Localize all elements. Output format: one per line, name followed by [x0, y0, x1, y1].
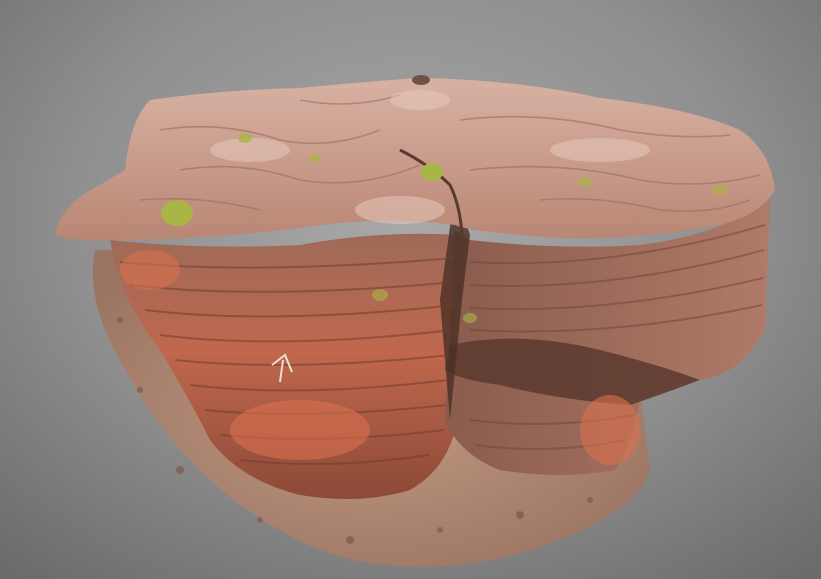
viewport-3d[interactable]: [0, 0, 821, 579]
rock-model: [55, 75, 775, 567]
pebble: [412, 75, 430, 85]
